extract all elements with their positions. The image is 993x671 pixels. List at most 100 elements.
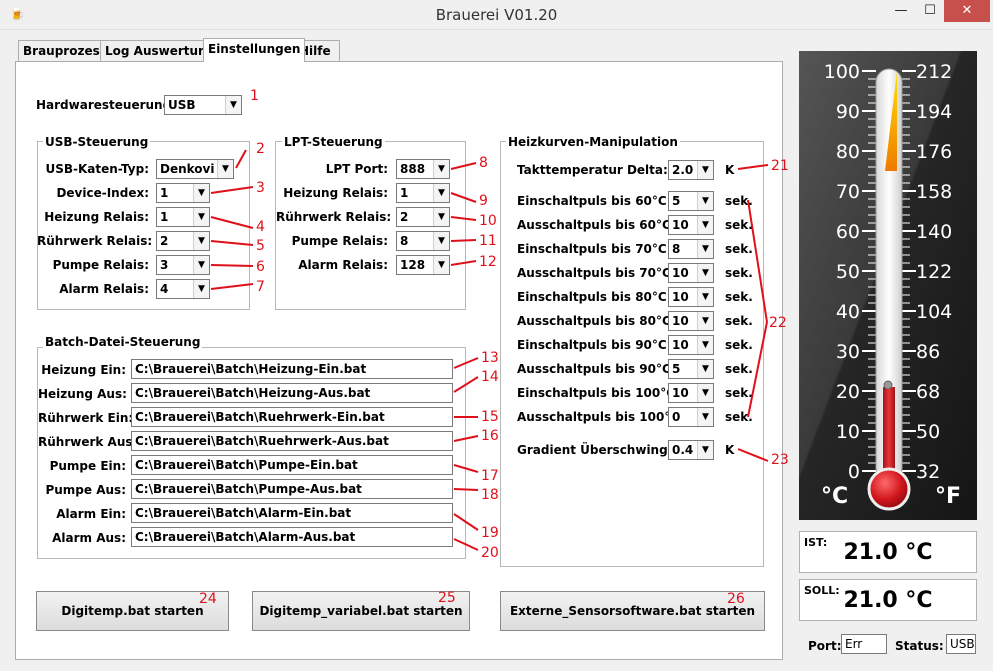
heiz-row-label: Einschaltpuls bis 90°C:	[517, 338, 672, 352]
heiz-row-select[interactable]: 10 ▼	[668, 335, 714, 355]
batch-path-input[interactable]: C:\Brauerei\Batch\Ruehrwerk-Aus.bat	[131, 431, 453, 451]
heiz-row-select[interactable]: 8 ▼	[668, 239, 714, 259]
chevron-down-icon: ▼	[697, 192, 713, 210]
heiz-row-select-value: 10	[672, 290, 689, 304]
usb-row-select[interactable]: 1 ▼	[156, 183, 210, 203]
heiz-row-select[interactable]: 10 ▼	[668, 287, 714, 307]
usb-row-select-value: 4	[160, 282, 169, 296]
heiz-row-select[interactable]: 10 ▼	[668, 383, 714, 403]
soll-readout: SOLL: 21.0 °C	[799, 579, 977, 621]
heiz-row-select-value: 0	[672, 410, 681, 424]
batch-row-label: Pumpe Aus:	[45, 483, 126, 497]
batch-path-input[interactable]: C:\Brauerei\Batch\Heizung-Ein.bat	[131, 359, 453, 379]
heiz-row-label: Ausschaltpuls bis 80°C:	[517, 314, 676, 328]
fahrenheit-tick-label: 68	[916, 381, 940, 403]
hardware-value: USB	[168, 98, 196, 112]
heiz-row-select[interactable]: 10 ▼	[668, 263, 714, 283]
lpt-row-select[interactable]: 8 ▼	[396, 231, 450, 251]
lpt-row-select-value: 1	[400, 186, 409, 200]
gradient-label: Gradient Überschwingen:	[517, 443, 690, 457]
batch-row-label: Heizung Aus:	[38, 387, 127, 401]
usb-row-select-value: 1	[160, 186, 169, 200]
maximize-button[interactable]: ☐	[915, 0, 945, 22]
annotation-number: 14	[481, 369, 499, 385]
lpt-row-label: Pumpe Relais:	[291, 234, 388, 248]
celsius-tick-label: 90	[836, 101, 860, 123]
usb-row-select[interactable]: 1 ▼	[156, 207, 210, 227]
annotation-number: 15	[481, 409, 499, 425]
batch-path-input[interactable]: C:\Brauerei\Batch\Ruehrwerk-Ein.bat	[131, 407, 453, 427]
soll-value: 21.0 °C	[843, 588, 933, 613]
heiz-row-unit: sek.	[725, 386, 753, 400]
heiz-row-select-value: 5	[672, 362, 681, 376]
usb-row-select[interactable]: Denkovi ▼	[156, 159, 234, 179]
heiz-row-unit: sek.	[725, 410, 753, 424]
hardware-select[interactable]: USB ▼	[164, 95, 242, 115]
window-title: Brauerei V01.20	[435, 6, 558, 24]
annotation-number: 4	[256, 219, 265, 235]
lpt-row-select[interactable]: 128 ▼	[396, 255, 450, 275]
chevron-down-icon: ▼	[697, 441, 713, 459]
tab-brauprozess[interactable]: Brauprozess	[18, 40, 112, 61]
usb-row-select-value: 2	[160, 234, 169, 248]
heiz-row-select-value: 10	[672, 314, 689, 328]
annotation-number: 22	[769, 315, 787, 331]
usb-row-select[interactable]: 2 ▼	[156, 231, 210, 251]
batch-path-input[interactable]: C:\Brauerei\Batch\Pumpe-Aus.bat	[131, 479, 453, 499]
annotation-number: 19	[481, 525, 499, 541]
usb-row-select-value: 1	[160, 210, 169, 224]
batch-path-input[interactable]: C:\Brauerei\Batch\Heizung-Aus.bat	[131, 383, 453, 403]
port-field: Err	[841, 634, 887, 654]
tab-einstellungen[interactable]: Einstellungen	[203, 38, 306, 62]
chevron-down-icon: ▼	[697, 264, 713, 282]
minimize-button[interactable]: —	[886, 0, 916, 22]
annotation-number: 6	[256, 259, 265, 275]
chevron-down-icon: ▼	[193, 232, 209, 250]
batch-path-input[interactable]: C:\Brauerei\Batch\Alarm-Ein.bat	[131, 503, 453, 523]
heiz-row-select[interactable]: 0 ▼	[668, 407, 714, 427]
batch-row-label: Rührwerk Aus:	[38, 435, 138, 449]
usb-row-select-value: 3	[160, 258, 169, 272]
heiz-row-unit: sek.	[725, 218, 753, 232]
annotation-number: 24	[199, 591, 217, 607]
batch-path-value: C:\Brauerei\Batch\Pumpe-Ein.bat	[135, 458, 358, 472]
usb-row-select[interactable]: 4 ▼	[156, 279, 210, 299]
heiz-row-label: Einschaltpuls bis 80°C:	[517, 290, 672, 304]
fahrenheit-tick-label: 32	[916, 461, 940, 483]
celsius-tick-label: 0	[848, 461, 860, 483]
celsius-tick-label: 10	[836, 421, 860, 443]
batch-path-input[interactable]: C:\Brauerei\Batch\Pumpe-Ein.bat	[131, 455, 453, 475]
annotation-number: 8	[479, 155, 488, 171]
heiz-row-unit: sek.	[725, 362, 753, 376]
gradient-select[interactable]: 0.4 ▼	[668, 440, 714, 460]
usb-row-label: Rührwerk Relais:	[37, 234, 153, 248]
fahrenheit-tick-label: 140	[916, 221, 952, 243]
port-value: Err	[845, 637, 863, 651]
batch-row-label: Pumpe Ein:	[49, 459, 126, 473]
batch-row-label: Heizung Ein:	[41, 363, 126, 377]
takt-select[interactable]: 2.0 ▼	[668, 160, 714, 180]
heiz-row-select[interactable]: 10 ▼	[668, 215, 714, 235]
annotation-number: 25	[438, 590, 456, 606]
lpt-row-label: Rührwerk Relais:	[276, 210, 392, 224]
lpt-row-select[interactable]: 2 ▼	[396, 207, 450, 227]
usb-row-select[interactable]: 3 ▼	[156, 255, 210, 275]
annotation-number: 1	[250, 88, 259, 104]
mercury-column	[883, 387, 895, 481]
chevron-down-icon: ▼	[433, 160, 449, 178]
heiz-row-label: Ausschaltpuls bis 60°C:	[517, 218, 676, 232]
heiz-row-select[interactable]: 5 ▼	[668, 191, 714, 211]
lpt-row-select[interactable]: 888 ▼	[396, 159, 450, 179]
usb-row-label: Alarm Relais:	[59, 282, 149, 296]
heiz-row-select[interactable]: 5 ▼	[668, 359, 714, 379]
lpt-row-label: LPT Port:	[325, 162, 388, 176]
heiz-row-select[interactable]: 10 ▼	[668, 311, 714, 331]
close-button[interactable]: ✕	[944, 0, 990, 22]
gradient-unit: K	[725, 443, 735, 457]
externe-sensorsoftware-start-button[interactable]: Externe_Sensorsoftware.bat starten	[500, 591, 765, 631]
lpt-row-select[interactable]: 1 ▼	[396, 183, 450, 203]
chevron-down-icon: ▼	[697, 240, 713, 258]
heiz-row-label: Einschaltpuls bis 70°C:	[517, 242, 672, 256]
batch-path-input[interactable]: C:\Brauerei\Batch\Alarm-Aus.bat	[131, 527, 453, 547]
celsius-tick-label: 60	[836, 221, 860, 243]
